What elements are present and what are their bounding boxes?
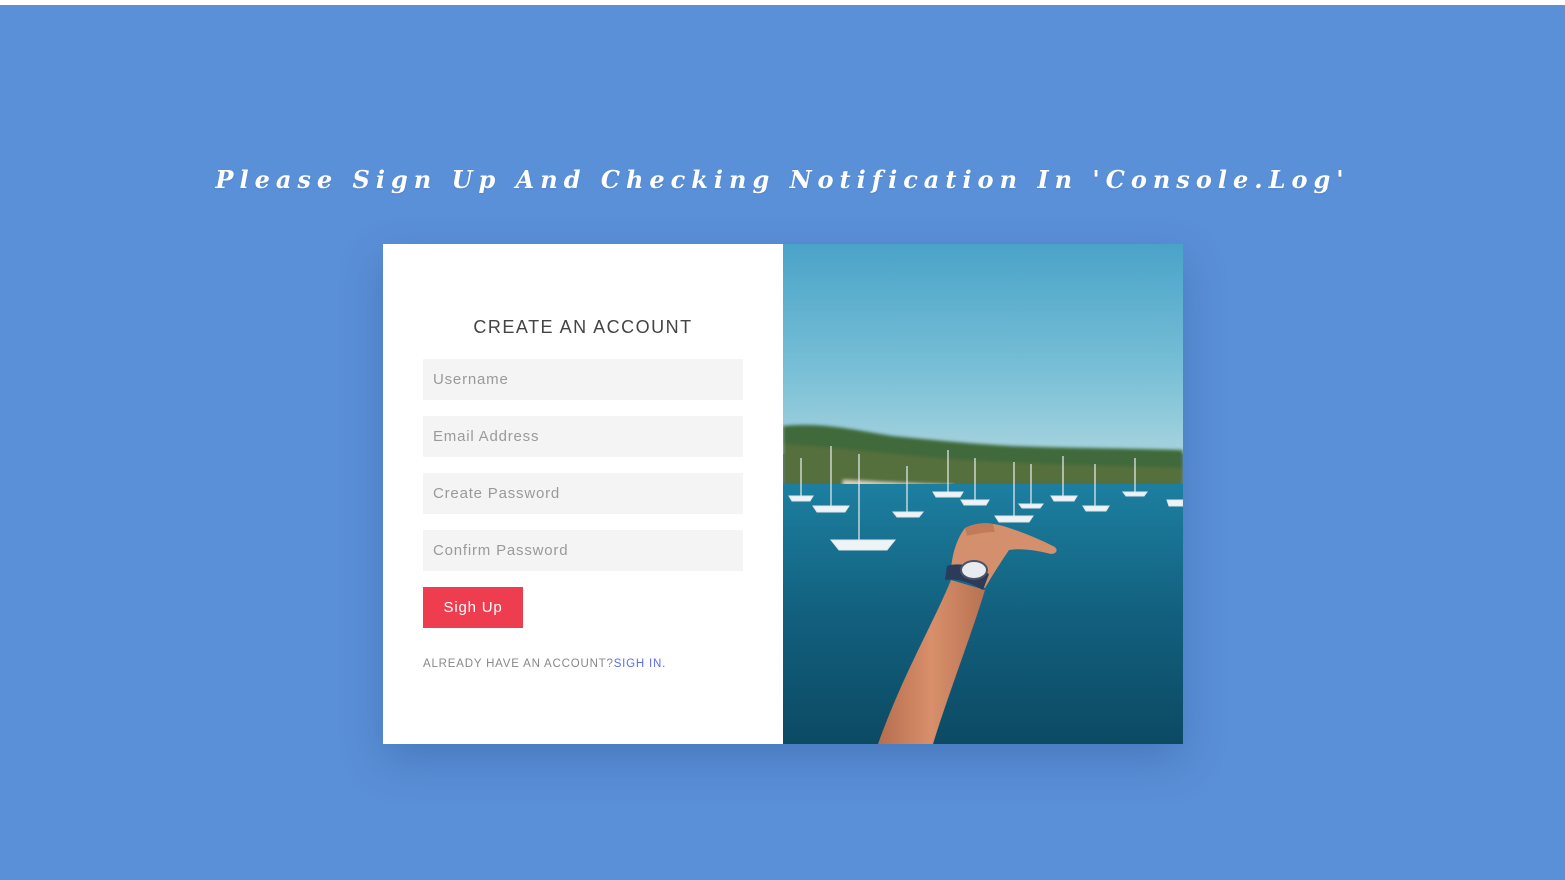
hero-photo-image (783, 244, 1183, 744)
signin-row: ALREADY HAVE AN ACCOUNT?SIGH IN. (423, 658, 743, 670)
confirm-password-input[interactable] (423, 530, 743, 571)
top-border (0, 0, 1565, 5)
signup-card: CREATE AN ACCOUNT Sigh Up ALREADY HAVE A… (383, 244, 1183, 744)
page-heading: Please Sign Up And Checking Notification… (215, 165, 1350, 194)
signin-link[interactable]: SIGH IN. (614, 658, 666, 670)
username-input[interactable] (423, 359, 743, 400)
form-title: CREATE AN ACCOUNT (473, 317, 693, 337)
signup-button[interactable]: Sigh Up (423, 587, 523, 628)
signup-form: CREATE AN ACCOUNT Sigh Up ALREADY HAVE A… (383, 244, 783, 744)
email-input[interactable] (423, 416, 743, 457)
create-password-input[interactable] (423, 473, 743, 514)
hero-photo (783, 244, 1183, 744)
signin-prompt: ALREADY HAVE AN ACCOUNT? (423, 658, 614, 670)
